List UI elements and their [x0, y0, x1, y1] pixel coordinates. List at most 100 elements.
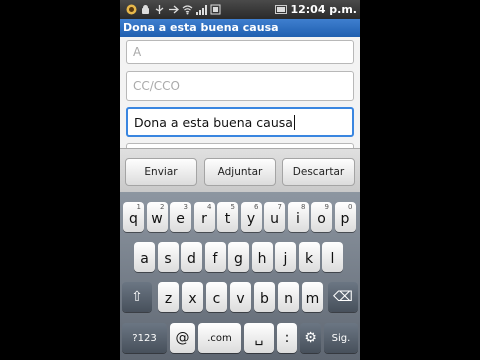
key-label: f — [212, 251, 218, 267]
key-hint: 7 — [277, 203, 282, 211]
key-k[interactable]: k — [298, 242, 320, 272]
key-label: v — [236, 291, 245, 307]
next-key[interactable]: Sig. — [324, 323, 358, 353]
usb-icon — [154, 4, 165, 15]
space-key[interactable]: ␣ — [244, 323, 274, 353]
to-field[interactable]: A — [126, 40, 354, 64]
key-q[interactable]: q1 — [123, 202, 144, 232]
colon-key[interactable]: : — [277, 323, 297, 353]
key-label: m — [305, 291, 320, 307]
key-a[interactable]: a — [134, 242, 155, 272]
key-label: q — [129, 211, 138, 227]
status-right: 12:04 p.m. — [275, 3, 357, 16]
key-n[interactable]: n — [278, 282, 299, 312]
symbols-key[interactable]: ?123 — [122, 323, 167, 353]
shift-icon: ⇧ — [131, 289, 143, 305]
cc-bcc-field[interactable]: CC/CCO — [126, 71, 354, 101]
key-i[interactable]: i8 — [287, 202, 309, 232]
key-m[interactable]: m — [302, 282, 323, 312]
key-g[interactable]: g — [228, 242, 249, 272]
space-icon: ␣ — [254, 330, 264, 346]
key-d[interactable]: d — [181, 242, 202, 272]
compose-form: A CC/CCO Dona a esta buena causa — [120, 37, 360, 149]
key-label: l — [330, 251, 335, 267]
android-icon — [140, 4, 151, 15]
key-hint: 4 — [207, 203, 212, 211]
key-label: a — [140, 251, 149, 267]
key-u[interactable]: u7 — [264, 202, 285, 232]
settings-key[interactable]: ⚙ — [300, 323, 321, 353]
key-e[interactable]: e3 — [170, 202, 191, 232]
key-label: i — [296, 211, 300, 227]
key-label: c — [212, 291, 221, 307]
key-c[interactable]: c — [206, 282, 227, 312]
key-label: p — [340, 211, 350, 227]
backspace-icon: ⌫ — [333, 289, 353, 305]
key-r[interactable]: r4 — [193, 202, 215, 232]
key-f[interactable]: f — [204, 242, 226, 272]
cc-placeholder: CC/CCO — [133, 79, 181, 93]
key-label: r — [201, 211, 207, 227]
window-title: Dona a esta buena causa — [120, 19, 360, 37]
key-y[interactable]: y6 — [240, 202, 262, 232]
action-bar: Enviar Adjuntar Descartar — [120, 148, 360, 192]
key-z[interactable]: z — [158, 282, 179, 312]
text-cursor — [293, 114, 295, 130]
status-bar: 12:04 p.m. — [120, 0, 360, 19]
key-hint: 5 — [230, 203, 235, 211]
delete-key[interactable]: ⌫ — [328, 282, 358, 312]
key-h[interactable]: h — [251, 242, 273, 272]
signal-icon — [196, 4, 207, 15]
key-label: u — [270, 211, 279, 227]
to-placeholder: A — [133, 45, 142, 59]
subject-field[interactable]: Dona a esta buena causa — [126, 107, 354, 137]
key-b[interactable]: b — [254, 282, 275, 312]
key-label: y — [246, 211, 256, 227]
key-label: t — [224, 211, 231, 227]
discard-button[interactable]: Descartar — [282, 158, 355, 186]
key-hint: 1 — [136, 203, 141, 211]
key-label: z — [164, 291, 173, 307]
key-hint: 8 — [301, 203, 306, 211]
key-hint: 2 — [160, 203, 165, 211]
phone-screen: 12:04 p.m. Dona a esta buena causa A CC/… — [120, 0, 360, 360]
key-p[interactable]: p0 — [334, 202, 356, 232]
key-label: h — [257, 251, 267, 267]
key-w[interactable]: w2 — [146, 202, 168, 232]
key-label: b — [260, 291, 269, 307]
key-label: w — [151, 211, 163, 227]
gear-icon: ⚙ — [304, 330, 317, 346]
key-l[interactable]: l — [322, 242, 343, 272]
status-time: 12:04 p.m. — [290, 3, 357, 16]
at-key[interactable]: @ — [170, 323, 195, 353]
soft-keyboard: ⇧ ⌫ ?123 @ .com ␣ : ⚙ Sig. q1w2e3r4t5y6u… — [120, 192, 360, 360]
key-label: x — [188, 291, 197, 307]
key-label: n — [284, 291, 293, 307]
subject-value: Dona a esta buena causa — [134, 114, 293, 130]
wifi-icon — [210, 4, 221, 15]
key-j[interactable]: j — [275, 242, 296, 272]
key-v[interactable]: v — [230, 282, 251, 312]
key-label: o — [317, 211, 326, 227]
battery-icon — [275, 5, 288, 14]
key-label: d — [187, 251, 196, 267]
wifi-icon — [182, 4, 193, 15]
key-t[interactable]: t5 — [217, 202, 238, 232]
dotcom-key[interactable]: .com — [198, 323, 241, 353]
key-hint: 6 — [254, 203, 259, 211]
key-label: j — [283, 251, 288, 267]
key-hint: 9 — [324, 203, 329, 211]
key-o[interactable]: o9 — [311, 202, 332, 232]
key-label: s — [164, 251, 172, 267]
attach-button[interactable]: Adjuntar — [204, 158, 276, 186]
send-button[interactable]: Enviar — [125, 158, 197, 186]
key-x[interactable]: x — [182, 282, 203, 312]
usb-icon — [168, 4, 179, 15]
shift-key[interactable]: ⇧ — [122, 282, 152, 312]
key-label: g — [234, 251, 243, 267]
key-s[interactable]: s — [157, 242, 179, 272]
android-icon — [126, 4, 137, 15]
key-hint: 3 — [183, 203, 188, 211]
key-label: k — [304, 251, 314, 267]
status-icons — [126, 4, 221, 15]
